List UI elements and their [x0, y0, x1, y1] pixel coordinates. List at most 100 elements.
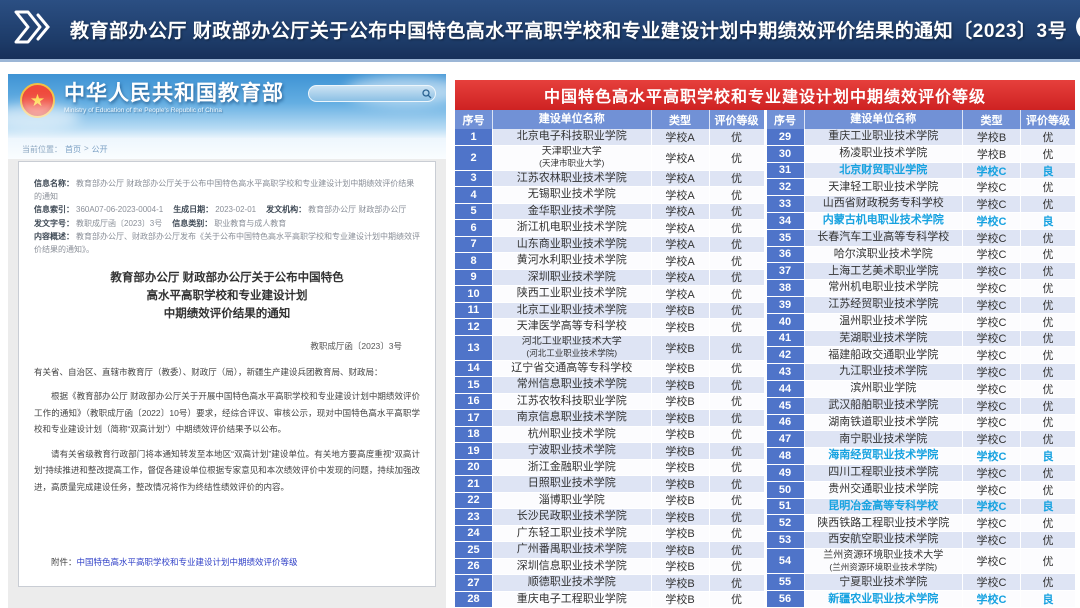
table-row: 10陕西工业职业技术学院学校A优	[455, 286, 764, 303]
school-type-cell: 学校B	[652, 575, 710, 591]
school-type-cell: 学校C	[963, 347, 1021, 363]
school-type-cell: 学校C	[963, 280, 1021, 296]
attachment-label: 附件：	[51, 557, 77, 567]
school-name-cell: 河北工业职业技术大学(河北工业职业技术学院)	[493, 336, 652, 360]
table-row: 47南宁职业技术学院学校C优	[767, 431, 1076, 448]
magnifier-icon[interactable]	[419, 89, 435, 99]
school-type-cell: 学校A	[652, 220, 710, 236]
grade-cell: 优	[710, 443, 764, 459]
column-header: 评价等级	[1021, 110, 1075, 129]
grade-cell: 优	[710, 286, 764, 302]
table-left-half: 序号建设单位名称类型评价等级1北京电子科技职业学院学校A优2天津职业大学(天津市…	[455, 110, 764, 608]
school-name-cell: 淄博职业学院	[493, 493, 652, 509]
table-row: 35长春汽车工业高等专科学校学校C优	[767, 230, 1076, 247]
table-row: 7山东商业职业技术学院学校A优	[455, 237, 764, 254]
school-type-cell: 学校B	[652, 377, 710, 393]
table-row: 16江苏农牧科技职业学院学校B优	[455, 394, 764, 411]
school-type-cell: 学校A	[652, 286, 710, 302]
notice-document-card: 信息名称：教育部办公厅 财政部办公厅关于公布中国特色高水平高职学校和专业建设计划…	[18, 161, 436, 587]
row-number-cell: 35	[767, 230, 805, 246]
school-type-cell: 学校B	[652, 542, 710, 558]
school-name-cell: 芜湖职业技术学院	[805, 331, 964, 347]
table-row: 54兰州资源环境职业技术大学(兰州资源环境职业技术学院)学校C优	[767, 549, 1076, 574]
grade-cell: 优	[710, 319, 764, 335]
grade-cell: 良	[1021, 499, 1075, 515]
school-name-cell: 西安航空职业技术学院	[805, 532, 964, 548]
school-type-cell: 学校A	[652, 204, 710, 220]
school-name-cell: 九江职业技术学院	[805, 364, 964, 380]
school-name-cell: 温州职业技术学院	[805, 314, 964, 330]
grade-cell: 良	[1021, 591, 1075, 607]
table-row: 52陕西铁路工程职业技术学院学校C优	[767, 515, 1076, 532]
school-name-cell: 常州信息职业技术学院	[493, 377, 652, 393]
grade-cell: 优	[1021, 230, 1075, 246]
school-type-cell: 学校C	[963, 213, 1021, 229]
grade-cell: 优	[710, 336, 764, 360]
row-number-cell: 16	[455, 394, 493, 410]
table-row: 21日照职业技术学院学校B优	[455, 476, 764, 493]
school-type-cell: 学校B	[652, 460, 710, 476]
grade-cell: 优	[1021, 415, 1075, 431]
school-type-cell: 学校B	[652, 526, 710, 542]
row-number-cell: 26	[455, 559, 493, 575]
school-type-cell: 学校B	[652, 476, 710, 492]
search-input[interactable]	[309, 86, 419, 101]
table-row: 2天津职业大学(天津市职业大学)学校A优	[455, 146, 764, 171]
row-number-cell: 4	[455, 187, 493, 203]
school-type-cell: 学校B	[652, 427, 710, 443]
column-header: 评价等级	[710, 110, 764, 129]
school-name-cell: 北京财贸职业学院	[805, 163, 964, 179]
school-type-cell: 学校C	[963, 532, 1021, 548]
school-name-cell: 山东商业职业技术学院	[493, 237, 652, 253]
row-number-cell: 3	[455, 171, 493, 187]
school-type-cell: 学校C	[963, 482, 1021, 498]
school-type-cell: 学校C	[963, 549, 1021, 573]
breadcrumb-current-link[interactable]: 公开	[92, 144, 108, 159]
school-type-cell: 学校B	[652, 509, 710, 525]
school-type-cell: 学校C	[963, 196, 1021, 212]
school-type-cell: 学校B	[963, 129, 1021, 145]
breadcrumb-home-link[interactable]: 首页	[65, 144, 81, 159]
row-number-cell: 33	[767, 196, 805, 212]
row-number-cell: 31	[767, 163, 805, 179]
doc-meta-line: 信息名称：教育部办公厅 财政部办公厅关于公布中国特色高水平高职学校和专业建设计划…	[34, 177, 420, 203]
grade-cell: 优	[1021, 549, 1075, 573]
row-number-cell: 37	[767, 263, 805, 279]
cloud-decoration	[8, 104, 80, 130]
table-row: 36哈尔滨职业技术学院学校C优	[767, 247, 1076, 264]
row-number-cell: 15	[455, 377, 493, 393]
grade-cell: 优	[710, 377, 764, 393]
school-type-cell: 学校C	[963, 574, 1021, 590]
column-header: 建设单位名称	[493, 110, 652, 129]
school-type-cell: 学校C	[963, 364, 1021, 380]
table-row: 48海南经贸职业技术学院学校C良	[767, 448, 1076, 465]
column-header: 类型	[963, 110, 1021, 129]
table-row: 37上海工艺美术职业学院学校C优	[767, 263, 1076, 280]
table-row: 30杨凌职业技术学院学校B优	[767, 146, 1076, 163]
school-name-cell: 长春汽车工业高等专科学校	[805, 230, 964, 246]
table-row: 49四川工程职业技术学院学校C优	[767, 465, 1076, 482]
table-row: 5金华职业技术学院学校A优	[455, 204, 764, 221]
row-number-cell: 50	[767, 482, 805, 498]
row-number-cell: 39	[767, 297, 805, 313]
school-name-cell: 宁波职业技术学院	[493, 443, 652, 459]
school-name-cell: 广东轻工职业技术学院	[493, 526, 652, 542]
moe-site-header: ★ 中华人民共和国教育部 Ministry of Education of th…	[8, 74, 446, 138]
site-search-box[interactable]	[308, 85, 436, 102]
grade-cell: 优	[710, 220, 764, 236]
school-type-cell: 学校C	[963, 230, 1021, 246]
school-name-cell: 宁夏职业技术学院	[805, 574, 964, 590]
row-number-cell: 13	[455, 336, 493, 360]
table-row: 12天津医学高等专科学校学校B优	[455, 319, 764, 336]
row-number-cell: 22	[455, 493, 493, 509]
grade-cell: 优	[1021, 263, 1075, 279]
row-number-cell: 6	[455, 220, 493, 236]
attachment-link[interactable]: 中国特色高水平高职学校和专业建设计划中期绩效评价等级	[77, 557, 298, 567]
row-number-cell: 43	[767, 364, 805, 380]
forward-double-chevron-icon	[14, 10, 58, 49]
school-type-cell: 学校A	[652, 237, 710, 253]
school-type-cell: 学校A	[652, 270, 710, 286]
table-row: 25广州番禺职业技术学院学校B优	[455, 542, 764, 559]
grade-cell: 优	[710, 394, 764, 410]
grade-cell: 优	[1021, 347, 1075, 363]
